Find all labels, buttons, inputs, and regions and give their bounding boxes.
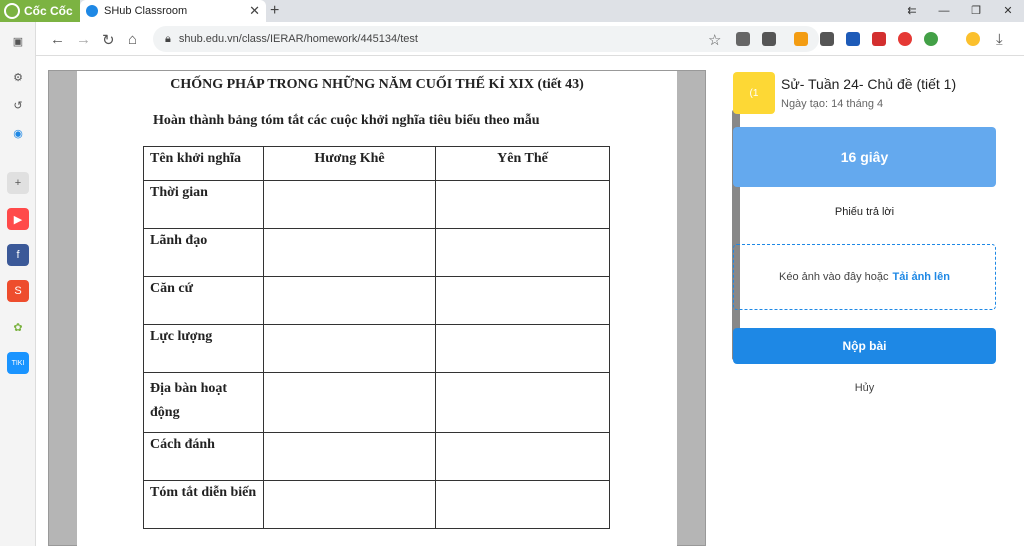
row-label: Căn cứ [143,276,264,325]
download-icon[interactable]: ⤓ [996,31,1003,48]
table-cell [263,324,436,373]
page-content: CHỐNG PHÁP TRONG NHỮNG NĂM CUỐI THẾ KỈ X… [36,56,1024,547]
settings-icon[interactable]: ⚙ [7,66,29,88]
shub-favicon-icon [86,5,98,17]
download-box-icon[interactable] [762,32,776,46]
home-icon[interactable]: ⌂ [128,31,137,48]
table-row: Tóm tắt diễn biến [143,480,610,529]
extension-3-icon[interactable] [820,32,834,46]
cancel-button[interactable]: Hủy [733,382,996,394]
row-label: Địa bàn hoạt động [143,372,264,433]
back-icon[interactable]: ← [50,31,65,48]
reload-icon[interactable]: ↻ [102,31,115,49]
table-header-row: Tên khởi nghĩa Hương Khê Yên Thế [143,146,610,181]
maximize-button[interactable]: ❐ [960,0,992,22]
table-cell [263,228,436,277]
table-row: Cách đánh [143,432,610,481]
close-window-button[interactable]: ✕ [992,0,1024,22]
assignment-title: Sử- Tuần 24- Chủ đề (tiết 1) [781,76,957,92]
table-row: Lực lượng [143,324,610,373]
coccoc-sidebar: ▣ ⚙ ↺ ◉ + ▶ f S ✿ TIKI [0,22,36,546]
new-tab-button[interactable]: + [270,2,279,20]
uprising-table: Tên khởi nghĩa Hương Khê Yên Thế Thời gi… [143,146,610,529]
table-cell [263,372,436,433]
coccoc-logo-icon [4,3,20,19]
tab-title: SHub Classroom [104,5,188,17]
table-cell [435,324,610,373]
profile-icon[interactable] [966,32,980,46]
brand-label: Cốc Cốc [24,4,73,18]
image-drop-zone[interactable]: Kéo ảnh vào đây hoặc Tải ảnh lên [733,244,996,310]
url-text: shub.edu.vn/class/IERAR/homework/445134/… [178,33,418,45]
tiki-icon[interactable]: TIKI [7,352,29,374]
table-cell [435,276,610,325]
tab-shub[interactable]: SHub Classroom ✕ [80,0,266,22]
table-row: Địa bàn hoạt động [143,372,610,433]
row-label: Tóm tắt diễn biến [143,480,264,529]
table-cell [435,432,610,481]
youtube-icon[interactable]: ▶ [7,208,29,230]
shopee-icon[interactable]: S [7,280,29,302]
tab-strip: Cốc Cốc SHub Classroom ✕ + ⇇ — ❐ ✕ [0,0,1024,22]
table-cell [435,180,610,229]
lock-icon: 🔒︎ [165,32,171,45]
answer-sheet-label: Phiếu trả lời [834,206,895,218]
assignment-thumbnail: (1 [733,72,775,114]
drop-text: Kéo ảnh vào đây hoặc [779,271,889,283]
row-label: Thời gian [143,180,264,229]
document-viewer: CHỐNG PHÁP TRONG NHỮNG NĂM CUỐI THẾ KỈ X… [48,70,706,547]
upload-image-link[interactable]: Tải ảnh lên [893,271,950,283]
timer-display: 16 giây [733,127,996,187]
table-cell [263,276,436,325]
address-bar: ← → ↻ ⌂ 🔒︎ shub.edu.vn/class/IERAR/homew… [36,22,1024,56]
document-page: CHỐNG PHÁP TRONG NHỮNG NĂM CUỐI THẾ KỈ X… [77,71,677,547]
extension-2-icon[interactable] [794,32,808,46]
browser-brand[interactable]: Cốc Cốc [0,0,80,22]
table-row: Căn cứ [143,276,610,325]
history-icon[interactable]: ↺ [7,94,29,116]
table-header: Hương Khê [263,146,436,181]
extension-6-icon[interactable] [898,32,912,46]
table-row: Lãnh đạo [143,228,610,277]
row-label: Lãnh đạo [143,228,264,277]
row-label: Cách đánh [143,432,264,481]
coccoc-app-icon[interactable]: ✿ [7,316,29,338]
close-tab-icon[interactable]: ✕ [249,3,260,19]
messenger-icon[interactable]: ◉ [7,122,29,144]
sidebar-toggle-icon[interactable]: ▣ [7,30,29,52]
table-header: Yên Thế [435,146,610,181]
submit-button[interactable]: Nộp bài [733,328,996,364]
table-cell [435,228,610,277]
row-label: Lực lượng [143,324,264,373]
document-title: CHỐNG PHÁP TRONG NHỮNG NĂM CUỐI THẾ KỈ X… [170,77,584,92]
facebook-icon[interactable]: f [7,244,29,266]
document-instruction: Hoàn thành bảng tóm tắt các cuộc khởi ng… [153,113,540,128]
assignment-panel: (1 Sử- Tuần 24- Chủ đề (tiết 1) Ngày tạo… [733,56,1024,546]
table-cell [435,372,610,433]
assignment-date: Ngày tạo: 14 tháng 4 [781,98,884,110]
extension-4-icon[interactable] [846,32,860,46]
minimize-button[interactable]: — [928,0,960,22]
tab-menu-icon[interactable]: ⇇ [896,0,928,22]
table-cell [263,180,436,229]
forward-icon[interactable]: → [76,31,91,48]
window-controls: ⇇ — ❐ ✕ [896,0,1024,22]
extension-1-icon[interactable] [736,32,750,46]
bookmark-star-icon[interactable]: ☆ [708,31,721,49]
extension-7-icon[interactable] [924,32,938,46]
table-cell [263,432,436,481]
table-cell [435,480,610,529]
extension-5-icon[interactable] [872,32,886,46]
table-row: Thời gian [143,180,610,229]
add-shortcut-icon[interactable]: + [7,172,29,194]
table-cell [263,480,436,529]
table-header: Tên khởi nghĩa [143,146,264,181]
